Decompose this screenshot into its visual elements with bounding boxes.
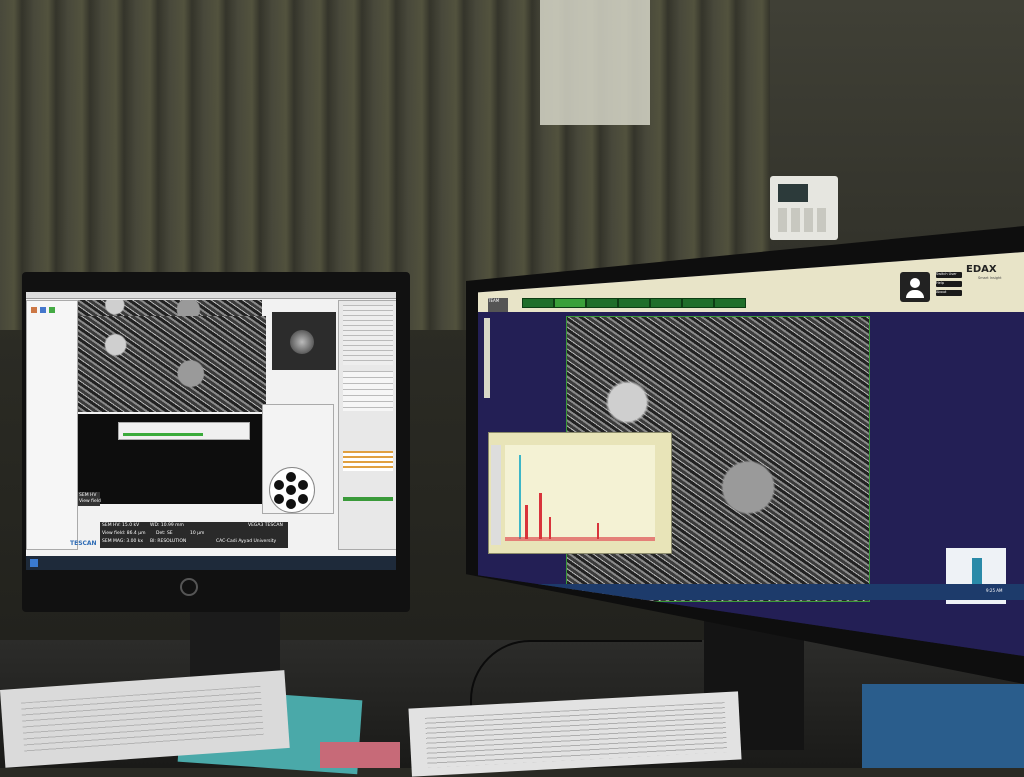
about-button[interactable]: About <box>936 290 962 296</box>
view-field-small-label: View field <box>79 499 101 504</box>
switch-user-button[interactable]: Switch User <box>936 272 962 278</box>
toolbar-icon[interactable] <box>31 307 37 313</box>
paper-text-lines <box>20 685 264 753</box>
wd-label: WD: 10.99 mm <box>150 523 184 528</box>
spectrum-peak <box>539 493 542 539</box>
toolbar-icon[interactable] <box>40 307 46 313</box>
institution-label: CAC-Cadi Ayyad University <box>216 539 277 544</box>
nav-tab[interactable] <box>586 298 618 308</box>
edax-tagline: Smart Insight <box>978 276 1002 280</box>
scale-bar-label: 10 µm <box>190 531 205 536</box>
detector-slot[interactable] <box>274 480 284 490</box>
chamber-camera-view <box>272 312 336 370</box>
sem-hv-small-label: SEM HV <box>79 493 97 498</box>
detector-slot[interactable] <box>286 472 296 482</box>
help-button[interactable]: Help <box>936 281 962 287</box>
bi-label: BI: RESOLUTION <box>150 539 187 544</box>
detector-slot[interactable] <box>286 499 296 509</box>
user-icon-head <box>910 278 920 288</box>
detector-label: Det: SE <box>156 531 173 536</box>
left-screen-sem-software: SEM HV View field SEM HV: 15.0 kV WD: 10… <box>26 292 396 570</box>
wall-thermostat <box>770 176 838 240</box>
status-bars <box>343 451 393 471</box>
view-field-label: View field: 86.4 µm <box>102 531 146 536</box>
thermostat-keys <box>778 208 830 232</box>
nav-tab[interactable] <box>714 298 746 308</box>
detector-wheel[interactable] <box>269 467 315 513</box>
chamber-stage <box>290 330 314 354</box>
left-tool-strip[interactable] <box>484 318 490 398</box>
sem-side-labels: SEM HV View field <box>78 492 101 506</box>
start-icon[interactable] <box>30 559 38 567</box>
team-logo: TEAM <box>488 298 508 312</box>
progress-bar <box>343 497 393 501</box>
nav-tab[interactable] <box>650 298 682 308</box>
spectrum-peak <box>525 505 528 539</box>
detector-slot[interactable] <box>286 485 296 495</box>
progress-dialog <box>118 422 250 440</box>
blue-box <box>862 684 1024 768</box>
detector-slot[interactable] <box>274 494 284 504</box>
sem-mag-label: SEM MAG: 3.00 kx <box>102 539 144 544</box>
monitor-brand-logo <box>180 578 198 596</box>
spectrum-peak <box>549 517 551 539</box>
nav-tab[interactable] <box>522 298 554 308</box>
detector-slot[interactable] <box>298 480 308 490</box>
spectrum-peak <box>519 455 521 539</box>
spectrum-tool-strip[interactable] <box>491 445 501 545</box>
sem-info-bar: SEM HV: 15.0 kV WD: 10.99 mm View field:… <box>100 522 288 548</box>
app-titlebar <box>26 292 396 299</box>
user-avatar[interactable] <box>900 272 930 302</box>
stage-column <box>972 558 982 584</box>
left-toolbar <box>26 300 78 550</box>
param-list <box>343 371 393 411</box>
toolbar-icon[interactable] <box>49 307 55 313</box>
detector-dialog <box>262 404 334 514</box>
dialog-progress-fill <box>123 433 203 436</box>
tescan-logo: TESCAN <box>70 540 97 547</box>
nav-tab[interactable] <box>618 298 650 308</box>
paper-text-lines <box>424 702 728 768</box>
sem-hv-label: SEM HV: 15.0 kV <box>102 523 140 528</box>
red-folder <box>320 742 400 768</box>
sem-image-strip <box>78 300 262 316</box>
sem-live-image[interactable] <box>78 316 266 412</box>
edax-logo: EDAX <box>966 264 997 275</box>
thermostat-display <box>778 184 808 202</box>
info-table <box>343 305 393 365</box>
spectrum-baseline <box>505 537 655 541</box>
windows-taskbar <box>26 556 396 570</box>
user-icon-body <box>906 290 924 298</box>
spectrum-plot <box>505 445 655 541</box>
detector-slot[interactable] <box>298 494 308 504</box>
brand-label: VEGA3 TESCAN <box>248 523 283 528</box>
nav-tab-active[interactable] <box>554 298 586 308</box>
window-light <box>540 0 650 125</box>
eds-spectrum-window[interactable] <box>488 432 672 554</box>
taskbar-clock: 9:25 AM <box>986 588 1003 593</box>
nav-tab[interactable] <box>682 298 714 308</box>
right-control-panel <box>338 300 396 550</box>
